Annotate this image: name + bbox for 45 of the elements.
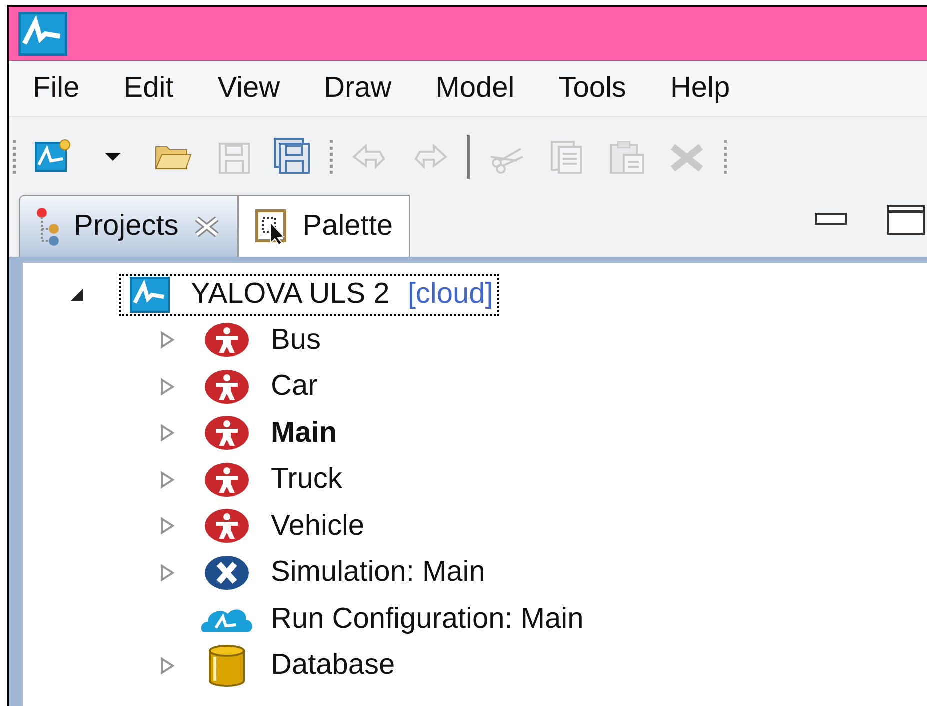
tab-label: Palette bbox=[302, 208, 394, 244]
tree-item[interactable]: Run Configuration: Main bbox=[199, 598, 584, 641]
item-label: Bus bbox=[271, 322, 321, 358]
menu-item[interactable]: View bbox=[218, 66, 280, 110]
projects-icon bbox=[36, 206, 60, 246]
minimize-icon[interactable] bbox=[815, 213, 847, 227]
tree-item[interactable]: Bus bbox=[199, 318, 321, 362]
tree-item[interactable]: Truck bbox=[199, 458, 342, 502]
menu-item[interactable]: Tools bbox=[558, 66, 626, 110]
agent-icon bbox=[204, 462, 250, 498]
view-tab[interactable]: Palette bbox=[238, 195, 410, 257]
menu-item[interactable]: Draw bbox=[324, 66, 392, 110]
floppy-disks-icon bbox=[273, 137, 313, 177]
palette-icon bbox=[254, 208, 289, 244]
agent-icon bbox=[204, 368, 250, 405]
menu-item[interactable]: Model bbox=[436, 66, 515, 110]
view-tab[interactable]: Projects bbox=[19, 195, 238, 257]
item-label: Simulation: Main bbox=[271, 555, 486, 590]
database-icon bbox=[207, 644, 247, 687]
agent-icon bbox=[204, 322, 250, 358]
model-icon bbox=[127, 277, 173, 313]
menu-item[interactable]: Help bbox=[670, 66, 730, 110]
tree-item[interactable]: Main bbox=[199, 412, 338, 455]
model-name: YALOVA ULS 2 bbox=[191, 277, 390, 312]
tree-item[interactable]: Database bbox=[199, 644, 396, 688]
menu-item[interactable]: File bbox=[33, 66, 80, 110]
cloud-tag: [cloud] bbox=[408, 273, 494, 317]
maximize-icon[interactable] bbox=[887, 205, 927, 235]
tree-item[interactable]: Simulation: Main bbox=[199, 551, 486, 594]
tree-item[interactable]: Vehicle bbox=[199, 504, 365, 548]
tab-label: Projects bbox=[74, 208, 179, 244]
item-label: Run Configuration: Main bbox=[271, 602, 584, 636]
item-label: Vehicle bbox=[271, 508, 365, 544]
experiment-icon bbox=[204, 554, 250, 591]
item-label: Database bbox=[271, 648, 396, 683]
agent-icon bbox=[204, 415, 250, 452]
close-icon[interactable] bbox=[192, 214, 221, 238]
item-label: Car bbox=[271, 369, 318, 404]
tree-item[interactable]: Car bbox=[199, 365, 318, 408]
caret-icon bbox=[105, 153, 121, 161]
item-label: Truck bbox=[271, 462, 342, 497]
tree-item[interactable]: YALOVA ULS 2 [cloud] bbox=[119, 274, 500, 316]
agent-icon bbox=[204, 508, 250, 544]
menu-item[interactable]: Edit bbox=[124, 66, 174, 110]
item-label: Main bbox=[271, 416, 338, 450]
